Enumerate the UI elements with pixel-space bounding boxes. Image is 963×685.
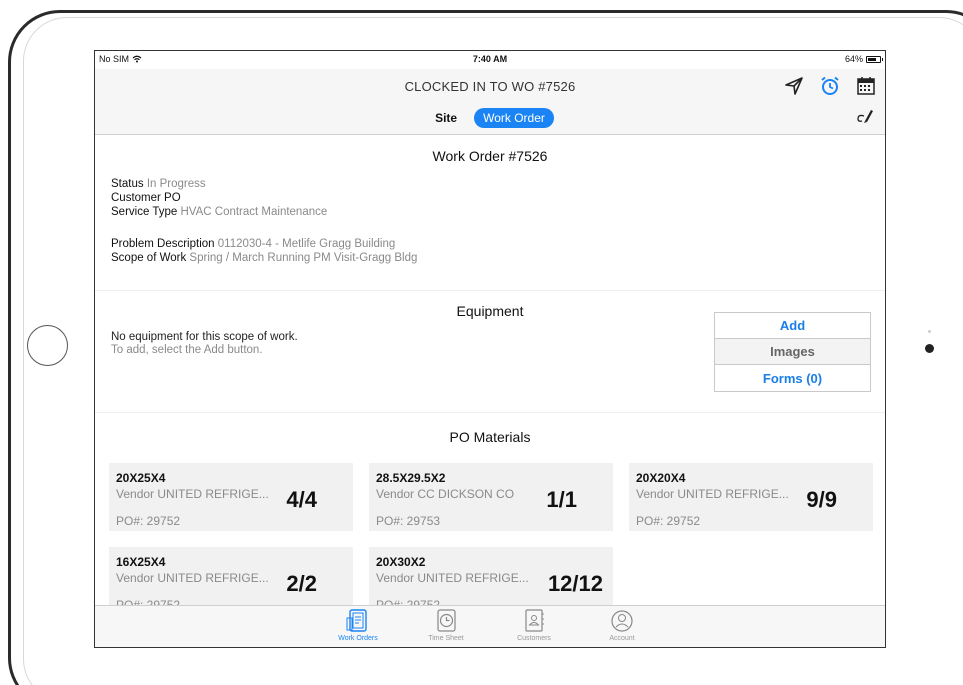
tab-label: Account	[609, 635, 635, 642]
material-po-number: PO#: 29752	[116, 514, 181, 528]
equipment-empty-message: No equipment for this scope of work. To …	[111, 331, 298, 357]
tab-account[interactable]: Account	[587, 606, 657, 647]
po-materials-heading: PO Materials	[449, 429, 531, 445]
forms-button[interactable]: Forms (0)	[715, 365, 870, 391]
battery-icon	[866, 55, 883, 63]
material-vendor: Vendor UNITED REFRIGE...	[636, 487, 789, 501]
status-bar: No SIM 7:40 AM 64%	[95, 51, 885, 69]
po-material-card[interactable]: 28.5X29.5X2 Vendor CC DICKSON CO PO#: 29…	[369, 463, 613, 531]
scope-label: Scope of Work	[111, 252, 187, 264]
material-vendor: Vendor UNITED REFRIGE...	[116, 571, 269, 585]
tab-work-orders[interactable]: Work Orders	[323, 606, 393, 647]
battery-percent: 64%	[844, 54, 863, 64]
material-count: 1/1	[546, 487, 577, 512]
problem-value: 0112030-4 - Metlife Gragg Building	[217, 238, 396, 250]
work-orders-icon	[346, 609, 367, 632]
scope-row: Scope of Work Spring / March Running PM …	[111, 251, 417, 265]
material-count: 12/12	[547, 571, 603, 596]
material-po-number: PO#: 29753	[376, 514, 441, 528]
contacts-icon	[525, 609, 544, 632]
location-arrow-icon[interactable]	[783, 75, 805, 97]
material-size: 16X25X4	[116, 555, 166, 569]
signature-icon[interactable]	[855, 107, 875, 125]
material-size: 20X25X4	[116, 471, 166, 485]
po-material-card[interactable]: 20X25X4 Vendor UNITED REFRIGE... PO#: 29…	[109, 463, 353, 531]
light-sensor	[928, 330, 931, 333]
material-count: 4/4	[286, 487, 317, 512]
nav-title: CLOCKED IN TO WO #7526	[404, 79, 576, 94]
site-workorder-toggle: Site Work Order	[95, 108, 885, 128]
service-type-label: Service Type	[111, 206, 178, 218]
tab-bar: Work Orders Time Sheet Customers Account	[95, 605, 885, 647]
material-size: 28.5X29.5X2	[376, 471, 446, 485]
work-order-fields: Status In Progress Customer PO Service T…	[111, 177, 327, 219]
status-row: Status In Progress	[111, 177, 327, 191]
clock: 7:40 AM	[472, 54, 508, 64]
images-button[interactable]: Images	[715, 339, 870, 365]
material-vendor: Vendor UNITED REFRIGE...	[116, 487, 269, 501]
nav-actions	[783, 75, 877, 97]
scope-value: Spring / March Running PM Visit-Gragg Bl…	[189, 252, 418, 264]
calendar-icon[interactable]	[855, 75, 877, 97]
problem-row: Problem Description 0112030-4 - Metlife …	[111, 237, 417, 251]
segment-work-order[interactable]: Work Order	[474, 108, 554, 128]
person-icon	[611, 610, 633, 632]
material-count: 9/9	[806, 487, 837, 512]
material-po-number: PO#: 29752	[636, 514, 701, 528]
equipment-section: Equipment No equipment for this scope of…	[95, 291, 885, 413]
material-size: 20X20X4	[636, 471, 686, 485]
equipment-hint: To add, select the Add button.	[111, 344, 263, 356]
clock-icon	[437, 609, 456, 632]
customer-po-label: Customer PO	[111, 192, 181, 204]
navigation-bar: CLOCKED IN TO WO #7526 Site Work Order	[95, 69, 885, 135]
problem-label: Problem Description	[111, 238, 215, 250]
tab-customers[interactable]: Customers	[499, 606, 569, 647]
material-count: 2/2	[286, 571, 317, 596]
work-order-heading: Work Order #7526	[432, 148, 548, 164]
status-label: Status	[111, 178, 144, 190]
segment-site[interactable]: Site	[426, 108, 466, 128]
material-vendor: Vendor UNITED REFRIGE...	[376, 571, 529, 585]
work-order-description: Problem Description 0112030-4 - Metlife …	[111, 237, 417, 265]
app-screen: No SIM 7:40 AM 64% CLOCKED IN TO WO #752…	[94, 50, 886, 648]
tab-time-sheet[interactable]: Time Sheet	[411, 606, 481, 647]
equipment-actions: Add Images Forms (0)	[714, 312, 871, 392]
material-vendor: Vendor CC DICKSON CO	[376, 487, 515, 501]
tab-label: Time Sheet	[428, 635, 464, 642]
camera-dot	[925, 344, 934, 353]
po-materials-section: PO Materials	[95, 413, 885, 445]
equipment-message: No equipment for this scope of work.	[111, 331, 298, 343]
tab-label: Customers	[517, 635, 551, 642]
service-type-row: Service Type HVAC Contract Maintenance	[111, 205, 327, 219]
status-value: In Progress	[146, 178, 206, 190]
service-type-value: HVAC Contract Maintenance	[180, 206, 328, 218]
battery-status: 64%	[844, 54, 883, 64]
tab-label: Work Orders	[338, 635, 378, 642]
po-material-card[interactable]: 20X20X4 Vendor UNITED REFRIGE... PO#: 29…	[629, 463, 873, 531]
work-order-section: Work Order #7526 Status In Progress Cust…	[95, 135, 885, 291]
home-button[interactable]	[27, 325, 68, 366]
material-size: 20X30X2	[376, 555, 426, 569]
customer-po-row: Customer PO	[111, 191, 327, 205]
add-equipment-button[interactable]: Add	[715, 313, 870, 339]
alarm-clock-icon[interactable]	[819, 75, 841, 97]
